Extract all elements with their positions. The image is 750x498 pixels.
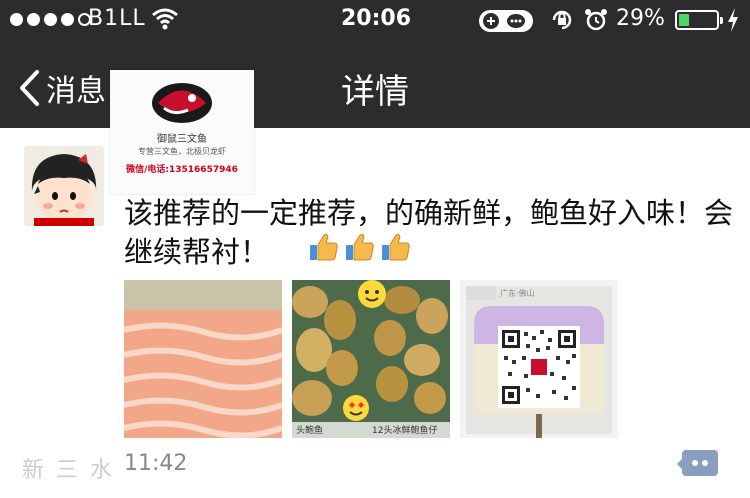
logo-phone: 微信/电话:13516657946	[126, 165, 238, 175]
thumbs-up-icon	[382, 233, 410, 261]
abalone-caption-left: 头鲍鱼	[296, 426, 324, 436]
shop-logo: 御鼠三文鱼 专营三文鱼，北极贝龙虾 微信/电话:13516657946	[110, 70, 254, 194]
signal-strength-icon	[10, 13, 91, 26]
logo-name: 御鼠三文鱼	[157, 134, 207, 145]
qr-code-image	[460, 280, 618, 438]
post-time: 11:42	[124, 451, 188, 476]
comment-button[interactable]	[677, 450, 718, 476]
logo-slogan: 专营三文鱼，北极贝龙虾	[138, 147, 226, 156]
alarm-icon	[584, 8, 608, 36]
charging-bolt-icon	[726, 7, 740, 37]
abalone-caption-right: 12头冰鲜鲍鱼仔	[372, 426, 438, 436]
thumbs-up-icon	[310, 233, 338, 261]
rotation-lock-icon	[550, 8, 574, 36]
salmon-slices-image	[124, 280, 282, 438]
carrier-name: B1LL	[88, 6, 146, 31]
thumbs-up-emojis	[308, 231, 412, 263]
avatar[interactable]	[24, 146, 104, 226]
battery-fill	[679, 14, 689, 26]
fish-emblem-icon	[144, 78, 220, 132]
photo-qr-code[interactable]: 广东·佛山	[460, 280, 618, 438]
status-bar: B1LL 20:06 29%	[0, 0, 750, 42]
status-time: 20:06	[341, 6, 412, 31]
qr-header: 广东·佛山	[500, 289, 535, 298]
wechat-notification-icon	[478, 8, 534, 38]
thumbs-up-icon	[346, 233, 374, 261]
watermark: 新三水	[22, 458, 125, 483]
battery-icon	[675, 10, 723, 30]
photo-abalone[interactable]: 头鲍鱼 12头冰鲜鲍鱼仔	[292, 280, 450, 438]
abalone-image	[292, 280, 450, 438]
photo-salmon[interactable]	[124, 280, 282, 438]
wifi-icon	[152, 8, 178, 34]
cartoon-avatar-icon	[24, 146, 104, 226]
post-text: 该推荐的一定推荐，的确新鲜，鲍鱼好入味！会继续帮衬！	[124, 196, 734, 269]
battery-percent: 29%	[616, 6, 665, 31]
